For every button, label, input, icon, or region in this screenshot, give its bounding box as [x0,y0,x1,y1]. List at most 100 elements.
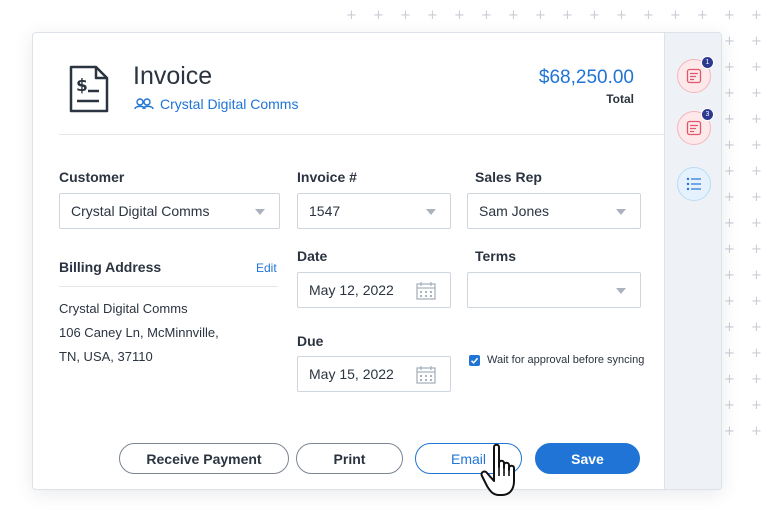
grid-plus-mark: + [724,294,735,309]
grid-plus-mark: + [751,138,762,153]
grid-plus-mark: + [724,372,735,387]
grid-plus-mark: + [346,8,357,23]
checkmark-icon [470,357,479,364]
grid-plus-mark: + [373,8,384,23]
invoice-card: $ Invoice Crystal Digital Comms $68,250.… [32,32,722,490]
wait-approval-label: Wait for approval before syncing [487,354,645,366]
customer-link[interactable]: Crystal Digital Comms [134,96,298,112]
billing-address-line: TN, USA, 37110 [59,349,153,364]
sales-rep-label: Sales Rep [475,169,542,185]
grid-plus-mark: + [751,268,762,283]
grid-plus-mark: + [427,8,438,23]
date-value: May 12, 2022 [309,282,394,298]
chevron-down-icon [616,209,626,215]
grid-plus-mark: + [751,242,762,257]
notes-icon [686,120,702,136]
list-icon [686,177,701,191]
billing-address-line: Crystal Digital Comms [59,301,188,316]
due-date-value: May 15, 2022 [309,366,394,382]
invoice-main-panel: $ Invoice Crystal Digital Comms $68,250.… [33,33,666,489]
grid-plus-mark: + [481,8,492,23]
grid-plus-mark: + [751,34,762,49]
invoice-number-label: Invoice # [297,169,357,185]
grid-plus-mark: + [751,424,762,439]
receive-payment-button[interactable]: Receive Payment [119,443,289,474]
page-title: Invoice [133,62,213,90]
customer-select-value: Crystal Digital Comms [71,203,210,219]
date-label: Date [297,248,328,264]
invoice-number-value: 1547 [309,203,341,219]
grid-plus-mark: + [724,164,735,179]
grid-plus-mark: + [562,8,573,23]
grid-plus-mark: + [751,190,762,205]
grid-plus-mark: + [751,216,762,231]
billing-address-label: Billing Address [59,259,162,275]
invoice-total-label: Total [606,92,634,106]
sidebar-list-button[interactable] [677,167,711,201]
grid-plus-mark: + [724,86,735,101]
grid-plus-mark: + [724,268,735,283]
grid-plus-mark: + [751,372,762,387]
header-divider [59,134,666,135]
right-sidebar: 1 3 [664,33,721,489]
customer-link-label[interactable]: Crystal Digital Comms [160,96,298,112]
grid-plus-mark: + [751,398,762,413]
billing-address-line: 106 Caney Ln, McMinnville, [59,325,219,340]
chevron-down-icon [426,209,436,215]
grid-plus-mark: + [535,8,546,23]
billing-address-text: Crystal Digital Comms 106 Caney Ln, McMi… [59,297,219,369]
grid-plus-mark: + [643,8,654,23]
hand-pointer-cursor-icon [480,443,515,496]
invoice-total-amount: $68,250.00 [538,67,634,88]
grid-plus-mark: + [751,60,762,75]
grid-plus-mark: + [400,8,411,23]
customer-label: Customer [59,169,125,185]
terms-select[interactable] [467,272,641,308]
chevron-down-icon [616,288,626,294]
notification-badge: 1 [701,56,714,69]
users-icon [134,98,154,110]
due-date-input[interactable]: May 15, 2022 [297,356,451,392]
grid-plus-mark: + [508,8,519,23]
notification-badge: 3 [701,108,714,121]
terms-label: Terms [475,248,516,264]
grid-plus-mark: + [751,86,762,101]
print-button[interactable]: Print [296,443,403,474]
grid-plus-mark: + [724,346,735,361]
wait-approval-checkbox[interactable] [469,354,480,366]
grid-plus-mark: + [697,8,708,23]
save-button[interactable]: Save [535,443,640,474]
grid-plus-mark: + [751,112,762,127]
billing-divider [59,286,278,287]
svg-text:$: $ [76,76,88,96]
grid-plus-mark: + [724,242,735,257]
chevron-down-icon [255,209,265,215]
sidebar-comments-button[interactable]: 3 [677,108,714,145]
grid-plus-mark: + [724,320,735,335]
calendar-icon[interactable] [416,282,436,300]
grid-plus-mark: + [751,346,762,361]
billing-edit-link[interactable]: Edit [256,261,277,275]
grid-plus-mark: + [751,320,762,335]
invoice-number-select[interactable]: 1547 [297,193,451,229]
grid-plus-mark: + [751,294,762,309]
grid-plus-mark: + [616,8,627,23]
due-label: Due [297,333,324,349]
grid-plus-mark: + [751,8,762,23]
grid-plus-mark: + [724,138,735,153]
grid-plus-mark: + [454,8,465,23]
wait-approval-option[interactable]: Wait for approval before syncing [469,354,644,366]
grid-plus-mark: + [724,112,735,127]
grid-plus-mark: + [724,398,735,413]
sales-rep-value: Sam Jones [479,203,550,219]
calendar-icon[interactable] [416,366,436,384]
grid-plus-mark: + [724,216,735,231]
grid-plus-mark: + [751,164,762,179]
grid-plus-mark: + [724,34,735,49]
grid-plus-mark: + [724,424,735,439]
sales-rep-select[interactable]: Sam Jones [467,193,641,229]
customer-select[interactable]: Crystal Digital Comms [59,193,280,229]
sidebar-notes-button[interactable]: 1 [677,56,714,93]
date-input[interactable]: May 12, 2022 [297,272,451,308]
grid-plus-mark: + [724,190,735,205]
